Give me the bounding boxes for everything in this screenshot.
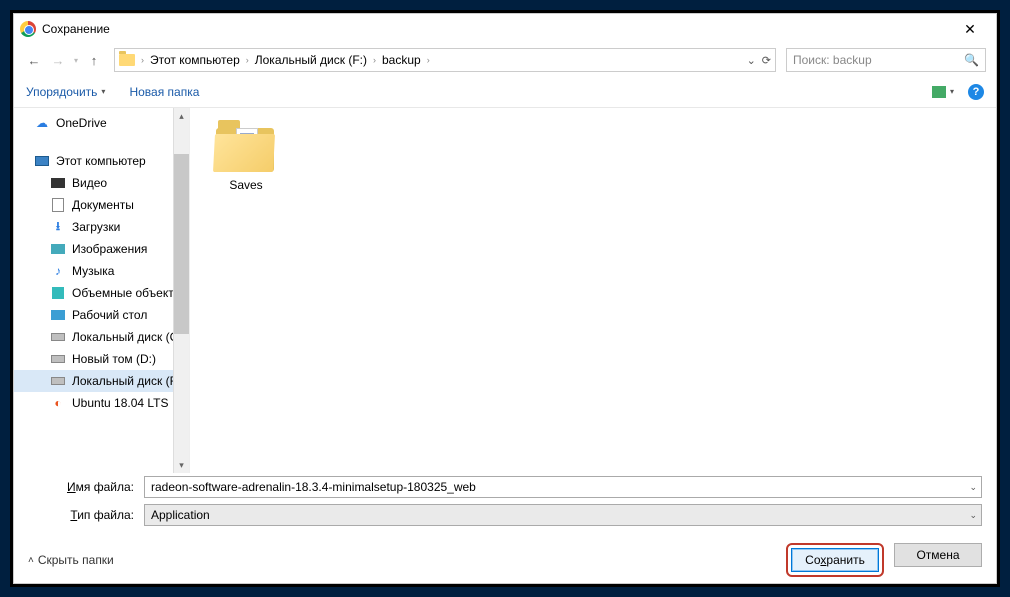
scroll-thumb[interactable] — [174, 154, 189, 334]
sidebar-item[interactable]: ◐Ubuntu 18.04 LTS — [14, 392, 189, 414]
folder-item[interactable]: Saves — [206, 120, 286, 192]
filename-row: Имя файла: radeon-software-adrenalin-18.… — [14, 473, 996, 501]
titlebar: Сохранение ✕ — [14, 14, 996, 44]
scroll-up-icon[interactable]: ▴ — [174, 108, 189, 124]
chevron-down-icon[interactable]: ⌄ — [969, 482, 977, 493]
chevron-down-icon[interactable]: ⌄ — [969, 510, 977, 521]
save-button[interactable]: Сохранить — [791, 548, 879, 572]
sidebar-item[interactable]: ⭳Загрузки — [14, 216, 189, 238]
sidebar-item-label: Новый том (D:) — [72, 352, 156, 366]
sidebar-item[interactable]: Локальный диск (C:) — [14, 326, 189, 348]
sidebar-item[interactable]: Видео — [14, 172, 189, 194]
sidebar-item-label: Этот компьютер — [56, 154, 146, 168]
toolbar: Упорядочить ▾ Новая папка ▾ ? — [14, 76, 996, 108]
sidebar-item-label: Локальный диск (F:) — [72, 374, 184, 388]
help-button[interactable]: ? — [968, 84, 984, 100]
sidebar-item-label: Объемные объекты — [72, 286, 182, 300]
cancel-button[interactable]: Отмена — [894, 543, 982, 567]
hide-folders-button[interactable]: ˄ Скрыть папки — [28, 553, 114, 567]
filetype-label: Тип файла: — [28, 508, 138, 522]
sidebar-item[interactable]: ☁OneDrive — [14, 112, 189, 134]
filetype-row: Тип файла: Application ⌄ — [14, 501, 996, 529]
chevron-down-icon: ▾ — [950, 87, 954, 96]
breadcrumb-segment[interactable]: Этот компьютер — [150, 53, 240, 67]
sidebar-item-label: Загрузки — [72, 220, 120, 234]
new-folder-button[interactable]: Новая папка — [129, 85, 199, 99]
sidebar-item[interactable]: Новый том (D:) — [14, 348, 189, 370]
new-folder-label: Новая папка — [129, 85, 199, 99]
filename-input[interactable]: radeon-software-adrenalin-18.3.4-minimal… — [144, 476, 982, 498]
history-dropdown-icon[interactable]: ▾ — [74, 56, 78, 65]
chevron-right-icon[interactable]: › — [141, 55, 144, 65]
chevron-right-icon[interactable]: › — [246, 55, 249, 65]
nav-row: ← → ▾ ↑ › Этот компьютер › Локальный дис… — [14, 44, 996, 76]
footer: ˄ Скрыть папки Сохранить Отмена — [14, 537, 996, 583]
sidebar-item-label: OneDrive — [56, 116, 107, 130]
close-button[interactable]: ✕ — [950, 14, 990, 44]
search-input[interactable]: Поиск: backup 🔍 — [786, 48, 986, 72]
search-placeholder: Поиск: backup — [793, 53, 872, 67]
save-button-highlight: Сохранить — [786, 543, 884, 577]
organize-menu[interactable]: Упорядочить ▾ — [26, 85, 105, 99]
view-icon — [932, 86, 946, 98]
organize-label: Упорядочить — [26, 85, 97, 99]
breadcrumb-segment[interactable]: backup — [382, 53, 421, 67]
scroll-down-icon[interactable]: ▾ — [174, 457, 189, 473]
body: ☁OneDrive Этот компьютер Видео Документы ⭳За… — [14, 108, 996, 473]
search-icon: 🔍 — [964, 53, 979, 67]
save-dialog: Сохранение ✕ ← → ▾ ↑ › Этот компьютер › … — [13, 13, 997, 584]
folder-label: Saves — [206, 178, 286, 192]
window-title: Сохранение — [42, 22, 950, 36]
forward-button[interactable]: → — [48, 50, 68, 70]
sidebar-scrollbar[interactable]: ▴ ▾ — [173, 108, 189, 473]
chevron-right-icon[interactable]: › — [373, 55, 376, 65]
hide-folders-label: Скрыть папки — [38, 553, 114, 567]
sidebar-item[interactable]: Изображения — [14, 238, 189, 260]
sidebar: ☁OneDrive Этот компьютер Видео Документы ⭳За… — [14, 108, 189, 473]
up-button[interactable]: ↑ — [84, 50, 104, 70]
chevron-down-icon: ▾ — [101, 87, 105, 96]
filename-label: Имя файла: — [28, 480, 138, 494]
address-bar[interactable]: › Этот компьютер › Локальный диск (F:) ›… — [114, 48, 776, 72]
sidebar-item[interactable]: Локальный диск (F:) — [14, 370, 189, 392]
filetype-select[interactable]: Application ⌄ — [144, 504, 982, 526]
folder-icon — [214, 120, 278, 172]
sidebar-item[interactable]: ♪Музыка — [14, 260, 189, 282]
back-button[interactable]: ← — [24, 50, 44, 70]
chevron-right-icon[interactable]: › — [427, 55, 430, 65]
sidebar-item-label: Музыка — [72, 264, 114, 278]
address-dropdown-icon[interactable]: ⌄ — [747, 54, 756, 67]
sidebar-item-label: Изображения — [72, 242, 147, 256]
chrome-icon — [20, 21, 36, 37]
sidebar-item[interactable]: Этот компьютер — [14, 150, 189, 172]
sidebar-item-label: Документы — [72, 198, 134, 212]
breadcrumb-segment[interactable]: Локальный диск (F:) — [255, 53, 367, 67]
folder-icon — [119, 54, 135, 66]
sidebar-item-label: Ubuntu 18.04 LTS — [72, 396, 169, 410]
view-menu[interactable]: ▾ — [932, 86, 954, 98]
refresh-button[interactable]: ⟳ — [762, 54, 771, 67]
sidebar-item[interactable]: Рабочий стол — [14, 304, 189, 326]
file-pane[interactable]: Saves — [189, 108, 996, 473]
sidebar-item-label: Видео — [72, 176, 107, 190]
filetype-value: Application — [151, 508, 210, 522]
sidebar-item[interactable]: Объемные объекты — [14, 282, 189, 304]
sidebar-item[interactable]: Документы — [14, 194, 189, 216]
sidebar-item-label: Рабочий стол — [72, 308, 147, 322]
filename-value: radeon-software-adrenalin-18.3.4-minimal… — [151, 480, 476, 494]
chevron-up-icon: ˄ — [28, 555, 34, 566]
sidebar-item-label: Локальный диск (C:) — [72, 330, 186, 344]
